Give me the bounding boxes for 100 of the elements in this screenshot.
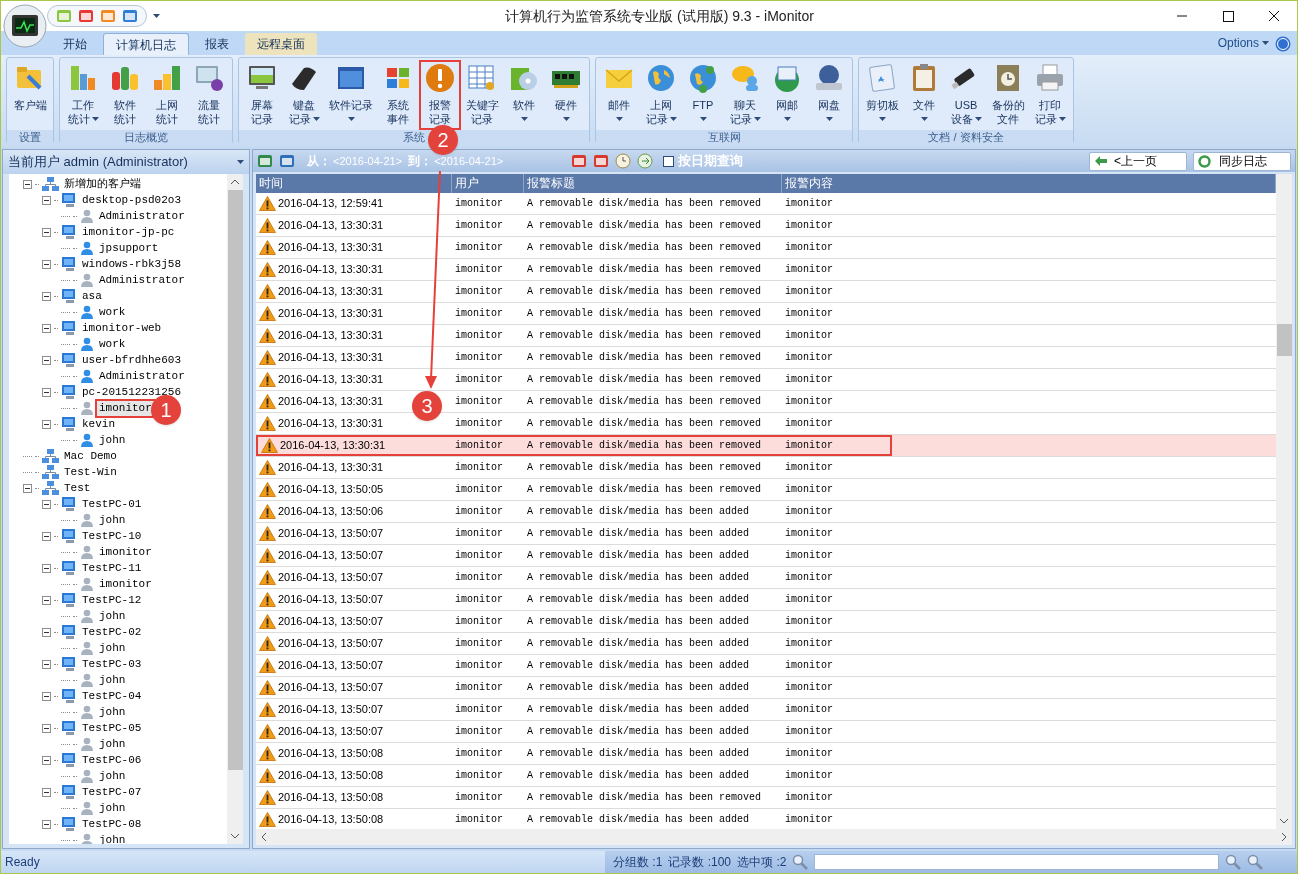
export-icon[interactable]	[279, 153, 295, 169]
tree-item[interactable]: TestPC-08	[80, 816, 144, 832]
ribbon-tab[interactable]: 远程桌面	[245, 33, 317, 55]
horizontal-scrollbar[interactable]	[256, 829, 1292, 845]
table-row[interactable]: 2016-04-13, 13:30:31 imonitor A removable disk/media has been removed imonitor	[256, 259, 1276, 281]
tree-item[interactable]: windows-rbk3j58	[80, 256, 184, 272]
collapse-icon[interactable]	[42, 195, 51, 205]
tree-item[interactable]: user-bfrdhhe603	[80, 352, 184, 368]
collapse-icon[interactable]	[42, 787, 51, 797]
ribbon-tab[interactable]: 报表	[193, 33, 241, 55]
ribbon-button[interactable]: 软件 统计	[104, 60, 146, 130]
tree-item[interactable]: john	[97, 704, 128, 720]
checkbox[interactable]	[663, 155, 675, 167]
tree-item[interactable]: Test	[62, 480, 93, 496]
tree-item[interactable]: imonitor-jp-pc	[80, 224, 177, 240]
tree-item[interactable]: TestPC-04	[80, 688, 144, 704]
table-row[interactable]: 2016-04-13, 13:50:07 imonitor A removable disk/media has been added imonitor	[256, 611, 1276, 633]
table-row[interactable]: 2016-04-13, 13:30:31 imonitor A removable disk/media has been removed imonitor	[256, 347, 1276, 369]
tree-item[interactable]: Administrator	[97, 272, 187, 288]
table-row[interactable]: 2016-04-13, 13:30:31 imonitor A removable disk/media has been removed imonitor	[256, 215, 1276, 237]
tree-item[interactable]: john	[97, 608, 128, 624]
refresh-icon[interactable]	[637, 153, 654, 169]
collapse-icon[interactable]	[42, 755, 51, 765]
ribbon-button[interactable]: 软件记录	[325, 60, 377, 130]
ribbon-button[interactable]: 工作 统计	[62, 60, 104, 130]
collapse-icon[interactable]	[42, 563, 51, 573]
collapse-icon[interactable]	[42, 419, 51, 429]
ribbon-button[interactable]: 屏幕 记录	[241, 60, 283, 130]
table-row[interactable]: 2016-04-13, 13:30:31 imonitor A removable disk/media has been removed imonitor	[256, 369, 1276, 391]
collapse-icon[interactable]	[42, 723, 51, 733]
options-menu[interactable]: Options	[1217, 34, 1269, 52]
table-row[interactable]: 2016-04-13, 13:30:31 imonitor A removable disk/media has been removed imonitor	[256, 435, 1276, 457]
collapse-icon[interactable]	[42, 691, 51, 701]
search-icon[interactable]	[792, 854, 809, 870]
ribbon-button[interactable]: 键盘 记录	[283, 60, 325, 130]
table-row[interactable]: 2016-04-13, 13:50:07 imonitor A removable disk/media has been added imonitor	[256, 633, 1276, 655]
collapse-icon[interactable]	[42, 659, 51, 669]
ribbon-button[interactable]: 流量 统计	[188, 60, 230, 130]
table-row[interactable]: 2016-04-13, 13:50:07 imonitor A removable disk/media has been added imonitor	[256, 545, 1276, 567]
previous-page-button[interactable]: <上一页	[1089, 151, 1187, 171]
ribbon-button[interactable]: 备份的 文件	[987, 60, 1029, 130]
collapse-icon[interactable]	[23, 483, 32, 493]
monitor-icon[interactable]	[122, 8, 138, 24]
table-row[interactable]: 2016-04-13, 13:30:31 imonitor A removable disk/media has been removed imonitor	[256, 237, 1276, 259]
table-row[interactable]: 2016-04-13, 13:50:07 imonitor A removable disk/media has been added imonitor	[256, 523, 1276, 545]
table-row[interactable]: 2016-04-13, 13:50:07 imonitor A removable disk/media has been added imonitor	[256, 677, 1276, 699]
table-row[interactable]: 2016-04-13, 13:50:08 imonitor A removable disk/media has been added imonitor	[256, 743, 1276, 765]
tree-item[interactable]: Administrator	[97, 368, 187, 384]
ribbon-button[interactable]: 硬件	[545, 60, 587, 130]
table-row[interactable]: 2016-04-13, 13:50:08 imonitor A removable disk/media has been added imonitor	[256, 765, 1276, 787]
search-field[interactable]	[814, 854, 1219, 870]
collapse-icon[interactable]	[42, 227, 51, 237]
ribbon-button[interactable]: 关键字 记录	[461, 60, 503, 130]
table-row[interactable]: 2016-04-13, 13:30:31 imonitor A removable disk/media has been removed imonitor	[256, 281, 1276, 303]
ribbon-button[interactable]: 聊天 记录	[724, 60, 766, 130]
collapse-icon[interactable]	[42, 291, 51, 301]
tree-item[interactable]: john	[97, 672, 128, 688]
tree-item[interactable]: jpsupport	[97, 240, 161, 256]
ribbon-button[interactable]: 系统 事件	[377, 60, 419, 130]
ribbon-button[interactable]: 文件	[903, 60, 945, 130]
tree-item[interactable]: TestPC-01	[80, 496, 144, 512]
tree-item[interactable]: kevin	[80, 416, 117, 432]
table-row[interactable]: 2016-04-13, 13:30:31 imonitor A removable disk/media has been removed imonitor	[256, 303, 1276, 325]
tree-item[interactable]: TestPC-05	[80, 720, 144, 736]
table-row[interactable]: 2016-04-13, 13:50:08 imonitor A removable disk/media has been removed imonitor	[256, 787, 1276, 809]
collapse-icon[interactable]	[42, 259, 51, 269]
tree-item[interactable]: john	[97, 768, 128, 784]
ribbon-button[interactable]: USB 设备	[945, 60, 987, 130]
ribbon-button[interactable]: 邮件	[598, 60, 640, 130]
help-icon[interactable]	[1275, 36, 1291, 52]
tree-item[interactable]: TestPC-03	[80, 656, 144, 672]
tree-item[interactable]: work	[97, 304, 128, 320]
scrollbar[interactable]	[1276, 174, 1292, 829]
tree-item[interactable]: TestPC-06	[80, 752, 144, 768]
tree-item[interactable]: desktop-psd02o3	[80, 192, 184, 208]
tree-item[interactable]: asa	[80, 288, 104, 304]
ribbon-button[interactable]: 剪切板	[861, 60, 903, 130]
tree-item[interactable]: Test-Win	[62, 464, 119, 480]
ribbon-button[interactable]: 网邮	[766, 60, 808, 130]
collapse-icon[interactable]	[42, 627, 51, 637]
table-row[interactable]: 2016-04-13, 13:50:05 imonitor A removable disk/media has been removed imonitor	[256, 479, 1276, 501]
tree-item[interactable]: TestPC-12	[80, 592, 144, 608]
collapse-icon[interactable]	[42, 499, 51, 509]
tree-item[interactable]: john	[97, 432, 128, 448]
table-row[interactable]: 2016-04-13, 13:50:07 imonitor A removable disk/media has been added imonitor	[256, 721, 1276, 743]
tree-item[interactable]: john	[97, 800, 128, 816]
tree-item[interactable]: Mac Demo	[62, 448, 119, 464]
collapse-icon[interactable]	[42, 819, 51, 829]
tree-item[interactable]: TestPC-02	[80, 624, 144, 640]
tree-item[interactable]: 新增加的客户端	[62, 176, 143, 192]
tree-item[interactable]: TestPC-07	[80, 784, 144, 800]
ribbon-button[interactable]: 软件	[503, 60, 545, 130]
tree-item[interactable]: imonitor-web	[80, 320, 164, 336]
table-row[interactable]: 2016-04-13, 13:50:07 imonitor A removable disk/media has been added imonitor	[256, 589, 1276, 611]
ribbon-button[interactable]: 打印 记录	[1029, 60, 1071, 130]
tree-item[interactable]: john	[97, 832, 128, 844]
collapse-icon[interactable]	[42, 355, 51, 365]
ribbon-button[interactable]: 上网 记录	[640, 60, 682, 130]
table-row[interactable]: 2016-04-13, 13:30:31 imonitor A removable disk/media has been removed imonitor	[256, 325, 1276, 347]
tree-item[interactable]: imonitor	[97, 576, 154, 592]
